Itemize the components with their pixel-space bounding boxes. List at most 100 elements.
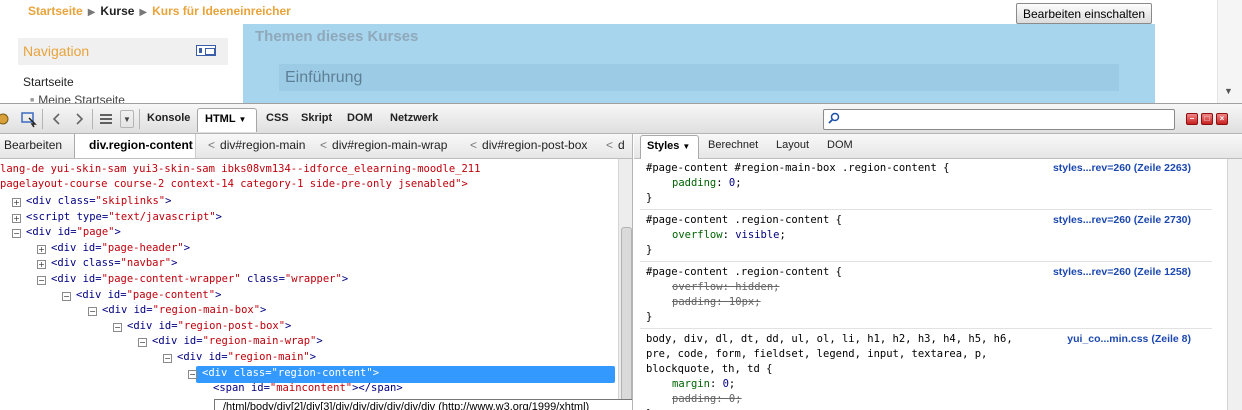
crumb-active[interactable]: div.region-content [74, 134, 196, 158]
list-icon[interactable] [97, 110, 115, 128]
rule-source-link[interactable]: styles...rev=260 (Zeile 1258) [1053, 265, 1191, 280]
minimize-icon[interactable]: – [1186, 113, 1198, 125]
tree-tag: > [372, 366, 380, 379]
collapse-icon[interactable]: − [113, 322, 122, 332]
tree-tag: > [171, 257, 178, 270]
tree-node[interactable]: − <div id="page"> [12, 224, 121, 240]
tree-node[interactable]: − <div id="region-main-box"> [88, 302, 266, 318]
tree-node[interactable]: <span id="maincontent"></span> [213, 380, 403, 396]
collapse-icon[interactable]: − [37, 276, 46, 285]
breadcrumb-courses[interactable]: Kurse [100, 4, 134, 18]
tab-console[interactable]: Konsole [147, 112, 190, 124]
tab-layout[interactable]: Layout [776, 139, 809, 151]
css-property[interactable]: overflow: hidden; [646, 280, 780, 295]
search-icon [828, 112, 840, 124]
rule-selector[interactable]: #page-content .region-content { [646, 265, 842, 280]
crumb-region-main[interactable]: < div#region-main [208, 138, 305, 152]
collapse-icon[interactable]: − [188, 369, 197, 379]
navigation-header: Navigation [18, 38, 228, 65]
rule-selector[interactable]: blockquote, th, td { [646, 362, 772, 377]
rule-selector[interactable]: pre, code, form, fieldset, legend, input… [646, 347, 987, 362]
crumb-region-main-wrap[interactable]: < div#region-main-wrap [320, 138, 447, 152]
collapse-icon[interactable]: − [88, 307, 97, 317]
tree-tag: > [260, 304, 267, 317]
tree-tag: <div [26, 195, 58, 207]
tree-node[interactable]: − <div id="region-main"> [163, 349, 316, 365]
screen: Startseite ▶ Kurse ▶ Kurs für Ideeneinreiche… [0, 0, 1242, 410]
collapse-icon[interactable]: − [138, 338, 147, 348]
chevron-down-icon[interactable]: ▼ [239, 115, 247, 124]
tree-tag: <div [76, 288, 108, 301]
tree-tag: > [215, 210, 222, 223]
collapse-icon[interactable]: − [12, 229, 21, 239]
tree-node[interactable]: − <div class="region-content"> [188, 365, 379, 381]
restore-icon[interactable]: □ [1201, 113, 1213, 125]
collapse-icon[interactable]: − [62, 291, 71, 301]
css-property-name: padding [672, 177, 717, 189]
tree-node[interactable]: + <div id="page-header"> [37, 240, 190, 256]
tree-node[interactable]: − <div id="region-post-box"> [113, 318, 291, 334]
tab-styles[interactable]: Styles ▼ [640, 135, 699, 159]
css-property[interactable]: padding: 10px; [646, 295, 761, 310]
nav-item-home[interactable]: Startseite [23, 75, 74, 89]
edit-html-button[interactable]: Bearbeiten [0, 137, 66, 153]
tab-html[interactable]: HTML ▼ [197, 108, 257, 132]
close-icon[interactable]: × [1216, 113, 1228, 125]
tree-node[interactable]: + <div class="skiplinks"> [12, 193, 171, 209]
firebug-icon[interactable] [0, 110, 12, 128]
tab-side-dom[interactable]: DOM [827, 139, 853, 151]
expand-icon[interactable]: + [37, 244, 46, 254]
styles-panel-scrollbar[interactable] [1227, 159, 1242, 410]
tree-tag: <div [202, 366, 234, 379]
css-property-name: margin [672, 378, 710, 390]
html-panel-scrollbar[interactable] [618, 159, 632, 410]
tab-network[interactable]: Netzwerk [390, 112, 438, 124]
css-property[interactable]: padding: 0; [646, 392, 742, 407]
tab-computed[interactable]: Berechnet [708, 139, 758, 151]
tab-dom[interactable]: DOM [347, 112, 373, 124]
expand-icon[interactable]: + [37, 260, 46, 270]
tree-node[interactable]: − <div id="region-main-wrap"> [138, 333, 323, 349]
rule-source-link[interactable]: styles...rev=260 (Zeile 2730) [1053, 213, 1191, 228]
tree-node[interactable]: − <div id="page-content"> [62, 287, 221, 303]
nav-item-my-page[interactable]: Meine Startseite [30, 93, 125, 103]
css-property[interactable]: padding: 0; [646, 176, 742, 191]
breadcrumb-home[interactable]: Startseite [28, 4, 83, 18]
css-property[interactable]: overflow: visible; [646, 228, 786, 243]
crumb-region-post-box[interactable]: < div#region-post-box [470, 138, 587, 152]
tree-node[interactable]: − <div id="page-content-wrapper" class="w… [37, 271, 348, 287]
edit-mode-button[interactable]: Bearbeiten einschalten [1016, 3, 1153, 24]
scrollbar-thumb[interactable] [621, 227, 632, 407]
forward-icon[interactable] [70, 110, 88, 128]
collapse-icon[interactable]: − [163, 354, 172, 363]
rule-selector[interactable]: #page-content .region-content { [646, 213, 842, 228]
tab-css[interactable]: CSS [266, 112, 289, 124]
rule-selector[interactable]: #page-content #region-main-box .region-c… [646, 161, 949, 176]
expand-icon[interactable]: + [12, 198, 21, 207]
dock-icon[interactable] [196, 45, 216, 56]
back-icon[interactable] [48, 110, 66, 128]
expand-icon[interactable]: + [12, 213, 21, 223]
chevron-down-icon[interactable]: ▼ [682, 142, 690, 151]
css-property-name: overflow [672, 229, 723, 241]
content-heading: Themen dieses Kurses [255, 28, 419, 45]
tree-node[interactable]: + <div class="navbar"> [37, 255, 177, 271]
tree-tag: <div [51, 257, 83, 270]
css-property[interactable]: margin: 0; [646, 377, 735, 392]
tree-text-line: pagelayout-course course-2 context-14 ca… [0, 178, 468, 190]
breadcrumb-course[interactable]: Kurs für Ideeneinreicher [152, 4, 291, 18]
tree-node[interactable]: + <script type="text/javascript"> [12, 209, 222, 225]
tree-tag: <div [51, 241, 83, 254]
rule-source-link[interactable]: yui_co...min.css (Zeile 8) [1067, 332, 1191, 347]
crumb-overflow[interactable]: < d [606, 138, 625, 152]
scroll-down-icon[interactable]: ▼ [1224, 86, 1233, 96]
tree-attr-value: "page-content" [126, 288, 216, 301]
dropdown-icon[interactable]: ▼ [120, 110, 134, 128]
inspect-icon[interactable] [20, 110, 38, 128]
rule-selector[interactable]: body, div, dl, dt, dd, ul, ol, li, h1, h… [646, 332, 1013, 347]
tab-script[interactable]: Skript [301, 112, 332, 124]
search-input[interactable] [823, 109, 1175, 130]
toolbar-separator [139, 109, 140, 129]
rule-source-link[interactable]: styles...rev=260 (Zeile 2263) [1053, 161, 1191, 176]
page-scrollbar[interactable]: ▼ [1217, 0, 1242, 103]
